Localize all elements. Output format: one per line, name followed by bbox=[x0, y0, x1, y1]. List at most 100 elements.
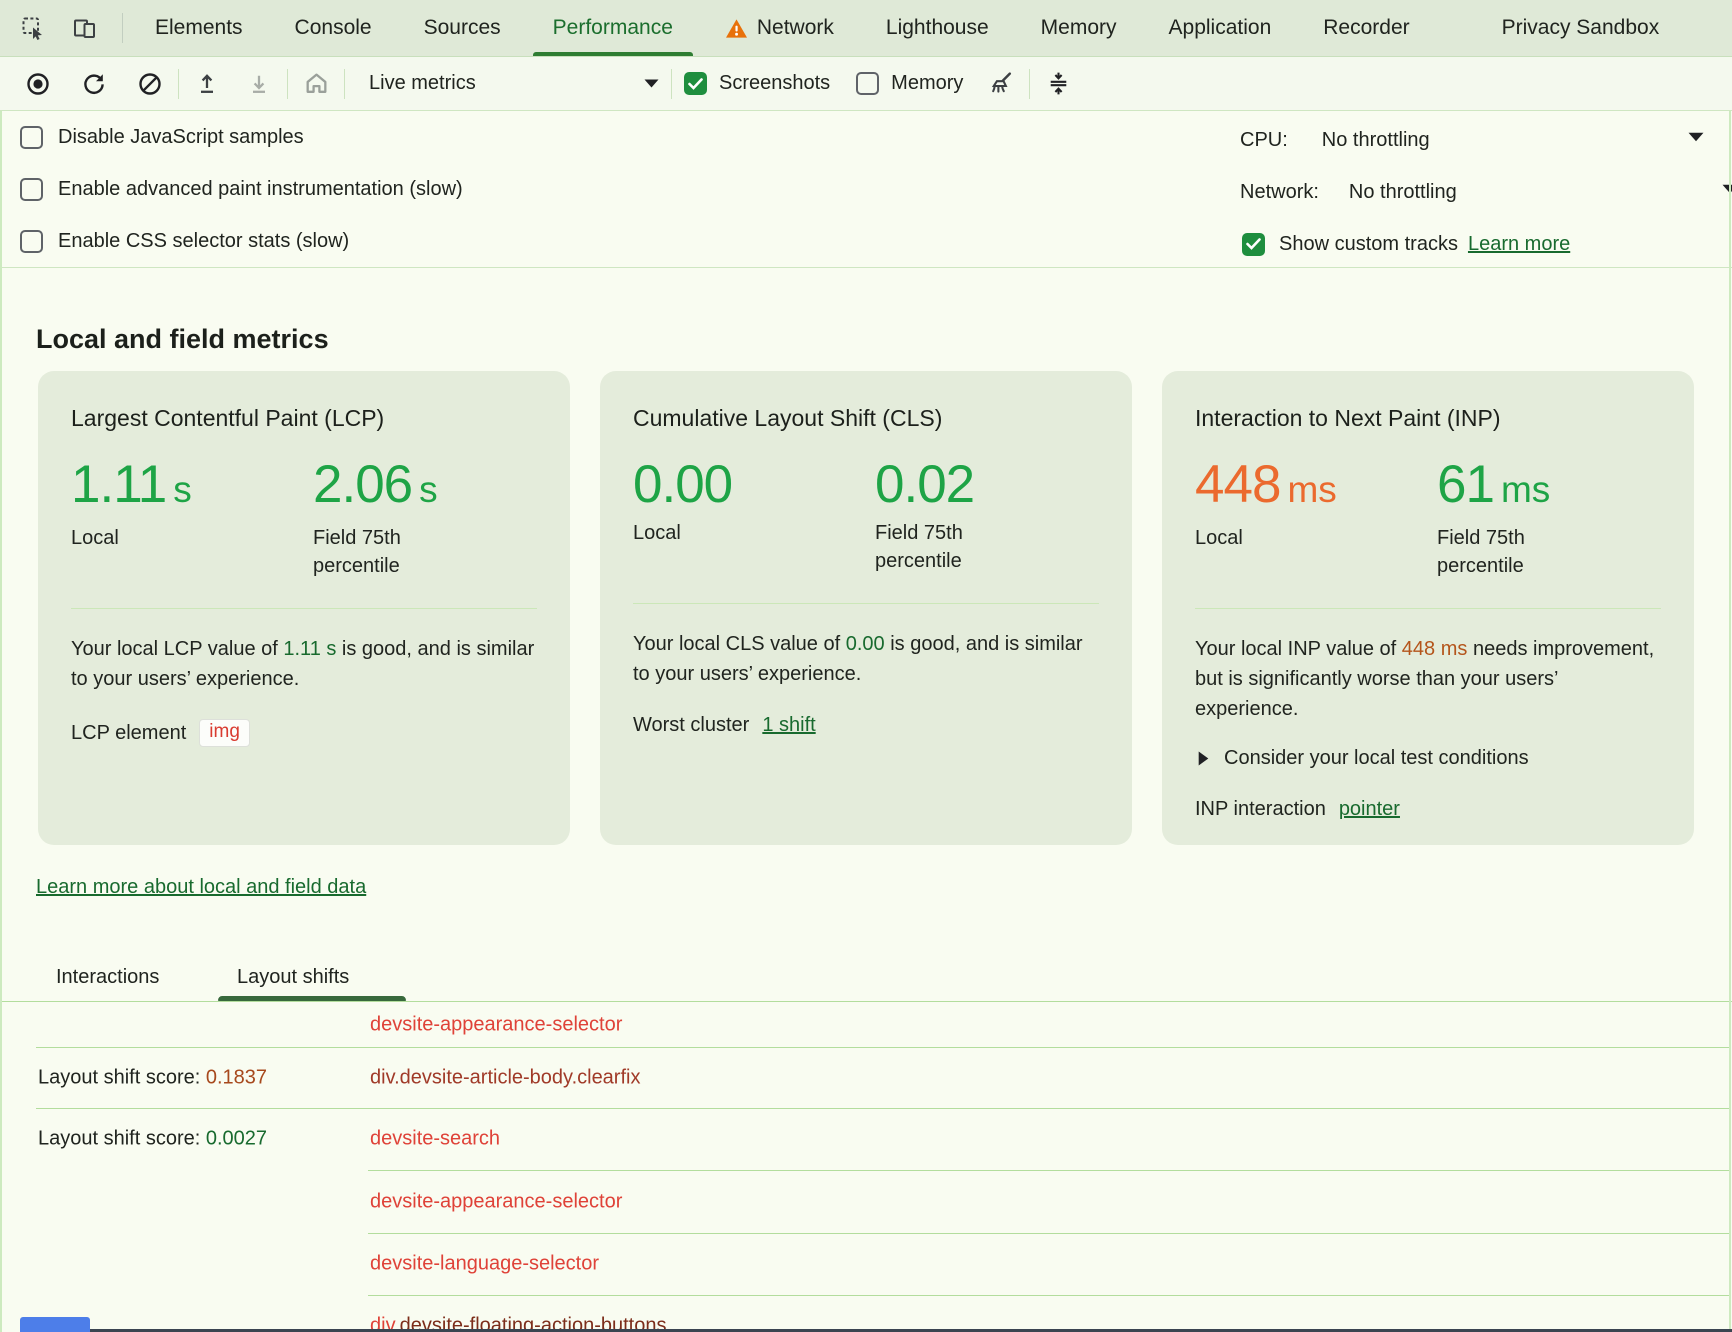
inspect-cursor-icon bbox=[20, 15, 46, 41]
checkbox-label: Enable CSS selector stats (slow) bbox=[58, 230, 349, 253]
custom-tracks-learn-more-link[interactable]: Learn more bbox=[1468, 233, 1570, 256]
layout-shift-row: devsite-appearance-selector bbox=[0, 1170, 1730, 1233]
device-toolbar-button[interactable] bbox=[70, 13, 100, 43]
show-custom-tracks-row: Show custom tracks Learn more bbox=[1242, 229, 1570, 259]
checkbox-checked-icon[interactable] bbox=[1242, 233, 1265, 256]
layout-shift-row: Layout shift score: 0.1837 div.devsite-a… bbox=[0, 1047, 1730, 1108]
tab-application[interactable]: Application bbox=[1143, 0, 1298, 56]
shift-score: Layout shift score: 0.0027 bbox=[38, 1128, 267, 1151]
record-button[interactable] bbox=[22, 68, 54, 100]
cls-field-value: 0.02 bbox=[875, 456, 1035, 514]
card-divider bbox=[71, 608, 537, 609]
screenshots-checkbox[interactable]: Screenshots bbox=[684, 72, 830, 95]
layout-shift-row: devsite-appearance-selector bbox=[0, 1002, 1730, 1047]
metric-card-lcp: Largest Contentful Paint (LCP) 1.11s Loc… bbox=[38, 371, 570, 845]
record-icon bbox=[25, 71, 51, 97]
toolbar-separator bbox=[671, 69, 672, 99]
network-label: Network: bbox=[1240, 181, 1319, 204]
devtools-tabbar: Elements Console Sources Performance Net… bbox=[0, 0, 1732, 57]
tab-layout-shifts[interactable]: Layout shifts bbox=[237, 966, 349, 989]
tab-label: Recorder bbox=[1323, 16, 1409, 40]
log-tabs: Interactions Layout shifts bbox=[0, 958, 1732, 1001]
field-label: Field 75th percentile bbox=[313, 524, 473, 580]
shift-score: Layout shift score: 0.1837 bbox=[38, 1066, 267, 1089]
toolbar-separator bbox=[178, 69, 179, 99]
tab-label: Sources bbox=[424, 16, 501, 40]
field-label: Field 75th percentile bbox=[1437, 524, 1597, 580]
network-throttling-select[interactable]: No throttling bbox=[1349, 181, 1457, 204]
worst-cluster-link[interactable]: 1 shift bbox=[762, 714, 815, 737]
tab-label: Console bbox=[295, 16, 372, 40]
tab-sources[interactable]: Sources bbox=[398, 0, 527, 56]
inspect-element-button[interactable] bbox=[18, 13, 48, 43]
view-mode-select[interactable]: Live metrics bbox=[357, 72, 659, 95]
tab-lighthouse[interactable]: Lighthouse bbox=[860, 0, 1015, 56]
tab-label: Application bbox=[1169, 16, 1272, 40]
shift-element-link[interactable]: devsite-appearance-selector bbox=[370, 1190, 622, 1213]
tab-recorder[interactable]: Recorder bbox=[1297, 0, 1435, 56]
card-title: Largest Contentful Paint (LCP) bbox=[71, 405, 537, 432]
collapse-pane-button[interactable] bbox=[1042, 68, 1074, 100]
tab-label: Elements bbox=[155, 16, 243, 40]
view-mode-value: Live metrics bbox=[369, 72, 476, 95]
network-throttling-row: Network: No throttling bbox=[1240, 177, 1457, 207]
toolbar-separator bbox=[1029, 69, 1030, 99]
tab-memory[interactable]: Memory bbox=[1015, 0, 1143, 56]
upload-icon bbox=[194, 71, 220, 97]
tab-label: Privacy Sandbox bbox=[1502, 16, 1660, 40]
save-profile-button[interactable] bbox=[243, 68, 275, 100]
lcp-description: Your local LCP value of 1.11 s is good, … bbox=[71, 634, 537, 694]
tab-interactions[interactable]: Interactions bbox=[56, 966, 159, 989]
metric-cards: Largest Contentful Paint (LCP) 1.11s Loc… bbox=[38, 371, 1694, 845]
css-selector-stats-checkbox[interactable]: Enable CSS selector stats (slow) bbox=[20, 215, 463, 267]
warning-icon bbox=[725, 18, 748, 39]
toolbar-separator bbox=[344, 69, 345, 99]
checkbox-unchecked-icon bbox=[20, 126, 43, 149]
layout-shift-row: devsite-language-selector bbox=[0, 1233, 1730, 1295]
local-test-conditions-disclosure[interactable]: Consider your local test conditions bbox=[1195, 747, 1661, 770]
home-button[interactable] bbox=[300, 68, 332, 100]
clipped-bottom-scrollbar-thumb[interactable] bbox=[20, 1317, 90, 1332]
tab-label: Memory bbox=[1041, 16, 1117, 40]
local-label: Local bbox=[633, 519, 793, 547]
advanced-paint-checkbox[interactable]: Enable advanced paint instrumentation (s… bbox=[20, 163, 463, 215]
lcp-element-node-link[interactable]: img bbox=[199, 719, 250, 747]
gc-button[interactable] bbox=[985, 68, 1017, 100]
card-divider bbox=[1195, 608, 1661, 609]
tab-network[interactable]: Network bbox=[699, 0, 860, 56]
device-toolbar-icon bbox=[72, 15, 98, 41]
learn-more-local-field-link[interactable]: Learn more about local and field data bbox=[36, 876, 366, 899]
memory-checkbox[interactable]: Memory bbox=[856, 72, 963, 95]
clear-button[interactable] bbox=[134, 68, 166, 100]
cpu-throttling-select[interactable]: No throttling bbox=[1322, 129, 1430, 152]
tab-performance[interactable]: Performance bbox=[527, 0, 699, 56]
cpu-label: CPU: bbox=[1240, 129, 1288, 152]
devtools-window: Elements Console Sources Performance Net… bbox=[0, 0, 1732, 1332]
capture-settings-pane: Disable JavaScript samples Enable advanc… bbox=[0, 111, 1732, 268]
shift-element-link[interactable]: devsite-search bbox=[370, 1128, 500, 1151]
metric-card-inp: Interaction to Next Paint (INP) 448ms Lo… bbox=[1162, 371, 1694, 845]
chevron-down-icon bbox=[644, 79, 659, 88]
tab-label: Performance bbox=[553, 16, 673, 40]
shift-element-link[interactable]: devsite-language-selector bbox=[370, 1253, 599, 1276]
tab-label: Lighthouse bbox=[886, 16, 989, 40]
card-title: Interaction to Next Paint (INP) bbox=[1195, 405, 1661, 432]
toolbar-separator bbox=[287, 69, 288, 99]
record-and-reload-button[interactable] bbox=[78, 68, 110, 100]
shift-element-link[interactable]: div.devsite-article-body.clearfix bbox=[370, 1066, 640, 1089]
cls-description: Your local CLS value of 0.00 is good, an… bbox=[633, 629, 1099, 689]
broom-icon bbox=[988, 70, 1015, 97]
tab-elements[interactable]: Elements bbox=[129, 0, 269, 56]
load-profile-button[interactable] bbox=[191, 68, 223, 100]
chevron-down-icon[interactable] bbox=[1688, 132, 1704, 142]
tab-console[interactable]: Console bbox=[269, 0, 398, 56]
checkbox-unchecked-icon bbox=[20, 178, 43, 201]
shift-element-link[interactable]: devsite-appearance-selector bbox=[370, 1013, 622, 1036]
screenshots-label: Screenshots bbox=[719, 72, 830, 95]
memory-label: Memory bbox=[891, 72, 963, 95]
tab-privacy-sandbox[interactable]: Privacy Sandbox bbox=[1476, 0, 1686, 56]
home-icon bbox=[303, 70, 330, 97]
disable-js-samples-checkbox[interactable]: Disable JavaScript samples bbox=[20, 111, 463, 163]
show-custom-tracks-label: Show custom tracks bbox=[1279, 233, 1458, 256]
inp-interaction-link[interactable]: pointer bbox=[1339, 798, 1400, 821]
